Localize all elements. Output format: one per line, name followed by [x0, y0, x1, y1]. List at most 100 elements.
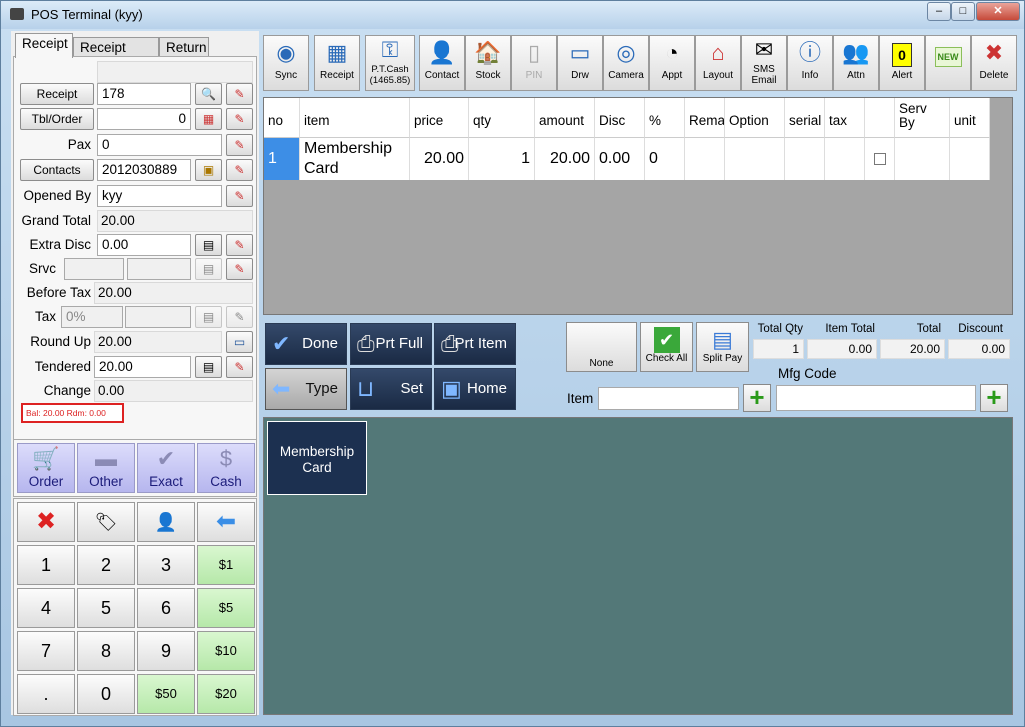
tbl-order-button[interactable]: Tbl/Order: [20, 108, 94, 130]
key-1[interactable]: 1: [17, 545, 75, 585]
col-unit[interactable]: unit: [950, 98, 990, 138]
col-tax[interactable]: tax: [825, 98, 865, 138]
add-mfg-button[interactable]: +: [980, 384, 1008, 412]
key-0[interactable]: 0: [77, 674, 135, 714]
key-7[interactable]: 7: [17, 631, 75, 671]
add-item-button[interactable]: +: [743, 384, 771, 412]
drawer-button[interactable]: ▭ Drw: [557, 35, 603, 91]
clear-srvc-button[interactable]: ✎: [226, 258, 253, 280]
col-remark[interactable]: Remark: [685, 98, 725, 138]
mfg-code-input[interactable]: [776, 385, 976, 411]
type-button[interactable]: ⬅ Type: [265, 368, 347, 410]
col-percent[interactable]: %: [645, 98, 685, 138]
backspace-key[interactable]: ⬅: [197, 502, 255, 542]
srvc-amount-field[interactable]: [127, 258, 191, 280]
print-full-button[interactable]: ⎙ Prt Full: [350, 323, 432, 365]
key-dot[interactable]: .: [17, 674, 75, 714]
order-payment-button[interactable]: 🛒 Order: [17, 443, 75, 493]
opened-by-select[interactable]: kyy: [97, 185, 222, 207]
col-serial[interactable]: serial: [785, 98, 825, 138]
receipt-field[interactable]: 178: [97, 83, 191, 105]
key-9[interactable]: 9: [137, 631, 195, 671]
split-pay-button[interactable]: ▤ Split Pay: [696, 322, 749, 372]
search-button[interactable]: 🔍: [195, 83, 222, 105]
tendered-calculator-button[interactable]: ▤: [195, 356, 222, 378]
receipt-button[interactable]: Receipt: [20, 83, 94, 105]
camera-button[interactable]: ◎ Camera: [603, 35, 649, 91]
tax-edit-button[interactable]: ✎: [226, 306, 253, 328]
minimize-button[interactable]: –: [927, 2, 951, 21]
maximize-button[interactable]: □: [951, 2, 975, 21]
sync-button[interactable]: ◉ Sync: [263, 35, 309, 91]
clear-opened-by-button[interactable]: ✎: [226, 185, 253, 207]
clear-tbl-button[interactable]: ✎: [226, 108, 253, 130]
tax-amount-field[interactable]: [125, 306, 191, 328]
tbl-order-stepper[interactable]: 0: [97, 108, 191, 130]
key-20-dollar[interactable]: $20: [197, 674, 255, 714]
info-button[interactable]: ⓘ Info: [787, 35, 833, 91]
col-amount[interactable]: amount: [535, 98, 595, 138]
alert-button[interactable]: 0 Alert: [879, 35, 925, 91]
home-button[interactable]: ▣ Home: [434, 368, 516, 410]
user-info-key[interactable]: 👤: [137, 502, 195, 542]
key-5[interactable]: 5: [77, 588, 135, 628]
new-button[interactable]: NEW: [925, 35, 971, 91]
tab-receipt-info[interactable]: Receipt Info: [73, 37, 159, 72]
cash-payment-button[interactable]: $ Cash: [197, 443, 255, 493]
tab-receipt[interactable]: Receipt: [15, 33, 73, 58]
sms-email-button[interactable]: ✉ SMS Email: [741, 35, 787, 91]
done-button[interactable]: ✔ Done: [265, 323, 347, 365]
key-8[interactable]: 8: [77, 631, 135, 671]
receipt-toolbar-button[interactable]: ▦ Receipt: [314, 35, 360, 91]
appointment-button[interactable]: ◔ Appt: [649, 35, 695, 91]
cancel-key[interactable]: ✖: [17, 502, 75, 542]
delete-button[interactable]: ✖ Delete: [971, 35, 1017, 91]
attendance-button[interactable]: 👥 Attn: [833, 35, 879, 91]
col-check[interactable]: [865, 98, 895, 138]
col-item[interactable]: item: [300, 98, 410, 138]
none-button[interactable]: None: [566, 322, 637, 372]
contacts-select[interactable]: 2012030889: [97, 159, 191, 181]
pt-cash-button[interactable]: ⚿ P.T.Cash (1465.85): [365, 35, 415, 91]
col-option[interactable]: Option: [725, 98, 785, 138]
exact-payment-button[interactable]: ✔ Exact: [137, 443, 195, 493]
item-select[interactable]: [598, 387, 739, 410]
col-no[interactable]: no: [264, 98, 300, 138]
tab-return[interactable]: Return: [159, 37, 209, 57]
pax-field[interactable]: 0: [97, 134, 222, 156]
col-price[interactable]: price: [410, 98, 469, 138]
close-button[interactable]: ✕: [976, 2, 1020, 21]
srvc-calculator-button[interactable]: ▤: [195, 258, 222, 280]
key-2[interactable]: 2: [77, 545, 135, 585]
key-4[interactable]: 4: [17, 588, 75, 628]
item-tile-membership-card[interactable]: Membership Card: [267, 421, 367, 495]
col-disc[interactable]: Disc: [595, 98, 645, 138]
stock-button[interactable]: 🏠 Stock: [465, 35, 511, 91]
key-3[interactable]: 3: [137, 545, 195, 585]
clear-contacts-button[interactable]: ✎: [226, 159, 253, 181]
round-up-button[interactable]: ▭: [226, 331, 253, 353]
key-6[interactable]: 6: [137, 588, 195, 628]
key-50-dollar[interactable]: $50: [137, 674, 195, 714]
tax-field[interactable]: 0%: [61, 306, 123, 328]
col-serv-by[interactable]: Serv By: [895, 98, 950, 138]
price-tag-key[interactable]: 🏷: [77, 502, 135, 542]
key-10-dollar[interactable]: $10: [197, 631, 255, 671]
calculator-button[interactable]: ▤: [195, 234, 222, 256]
row-checkbox[interactable]: [873, 153, 886, 165]
key-1-dollar[interactable]: $1: [197, 545, 255, 585]
col-qty[interactable]: qty: [469, 98, 535, 138]
layout-button[interactable]: ⌂ Layout: [695, 35, 741, 91]
srvc-field[interactable]: [64, 258, 124, 280]
clear-pax-button[interactable]: ✎: [226, 134, 253, 156]
tendered-field[interactable]: 20.00: [94, 356, 191, 378]
contacts-button[interactable]: Contacts: [20, 159, 94, 181]
clear-receipt-button[interactable]: ✎: [226, 83, 253, 105]
other-payment-button[interactable]: ▬ Other: [77, 443, 135, 493]
set-button[interactable]: ⊔ Set: [350, 368, 432, 410]
clear-tendered-button[interactable]: ✎: [226, 356, 253, 378]
check-all-button[interactable]: ✔ Check All: [640, 322, 693, 372]
clear-extra-disc-button[interactable]: ✎: [226, 234, 253, 256]
key-5-dollar[interactable]: $5: [197, 588, 255, 628]
print-item-button[interactable]: ⎙ Prt Item: [434, 323, 516, 365]
